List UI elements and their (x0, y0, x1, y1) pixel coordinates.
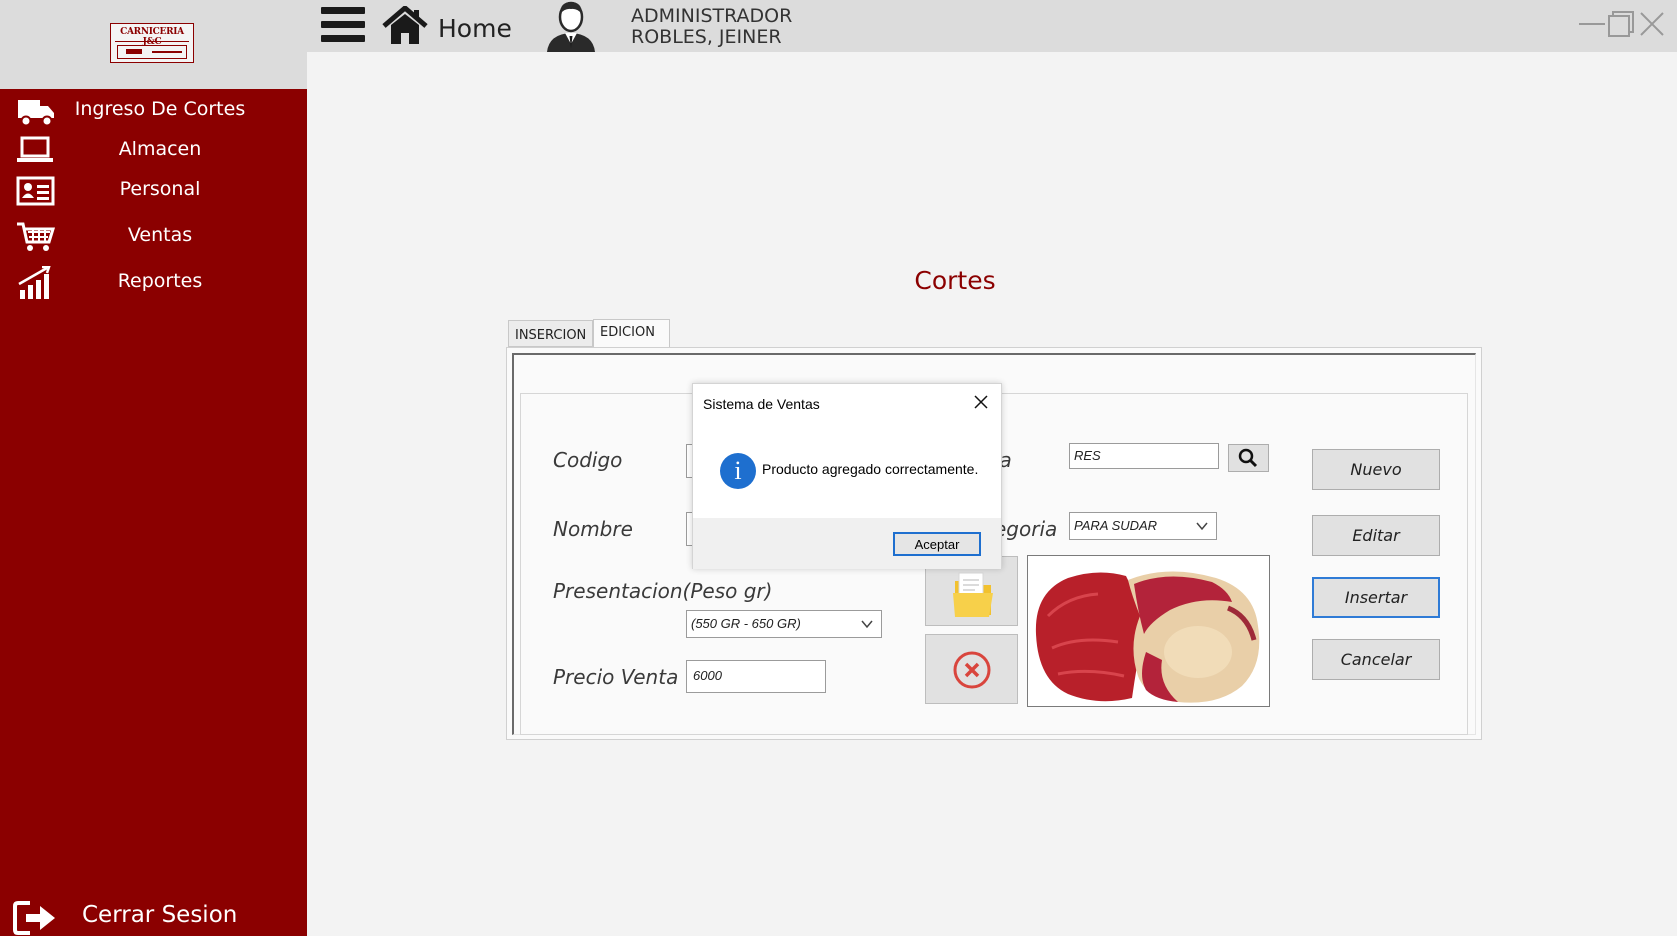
subcategoria-label: egoria (994, 517, 1058, 541)
cancel-circle-icon (953, 651, 991, 689)
home-label: Home (438, 14, 512, 43)
bar-chart-icon (18, 266, 51, 299)
sidebar-item-ventas[interactable]: Ventas (0, 217, 307, 257)
home-icon (382, 6, 428, 44)
hamburger-menu-button[interactable] (321, 5, 365, 45)
message-dialog: Sistema de Ventas i Producto agregado co… (692, 383, 1002, 569)
logo-emblem (117, 45, 187, 59)
logo-text: CARNICERIA J&C (120, 27, 184, 47)
menu-icon (321, 7, 365, 14)
home-button[interactable]: Home (382, 4, 532, 48)
categoria-field[interactable]: RES (1069, 443, 1219, 469)
chevron-down-icon (861, 620, 873, 629)
sidebar-item-label: Ventas (127, 224, 193, 246)
precio-venta-field[interactable]: 6000 (686, 660, 826, 693)
editar-button[interactable]: Editar (1312, 515, 1440, 556)
user-role: ADMINISTRADOR (631, 5, 793, 27)
meat-cut-image (1035, 571, 1260, 703)
sidebar-item-reportes[interactable]: Reportes (0, 263, 307, 303)
tab-insercion[interactable]: INSERCION (508, 320, 593, 347)
logo-area: CARNICERIA J&C (0, 0, 307, 89)
subcategoria-select[interactable]: PARA SUDAR (1069, 512, 1217, 540)
presentacion-label: Presentacion(Peso gr) (553, 579, 773, 603)
logout-label: Cerrar Sesion (82, 902, 238, 928)
truck-icon (18, 100, 54, 127)
close-window-icon[interactable] (1637, 10, 1667, 38)
precio-venta-label: Precio Venta (553, 665, 679, 689)
nombre-label: Nombre (553, 517, 633, 541)
logo: CARNICERIA J&C (110, 23, 194, 63)
cancelar-button[interactable]: Cancelar (1312, 639, 1440, 680)
remove-image-button[interactable] (925, 634, 1018, 704)
cart-icon (17, 222, 56, 251)
sidebar-item-label: Ingreso De Cortes (74, 98, 246, 120)
id-card-icon (16, 176, 55, 206)
sidebar: CARNICERIA J&C Ingreso De Cortes Almacen (0, 0, 307, 936)
sidebar-item-label: Personal (119, 178, 201, 200)
tab-edicion[interactable]: EDICION (593, 319, 670, 348)
sidebar-item-ingreso-de-cortes[interactable]: Ingreso De Cortes (0, 91, 307, 131)
presentacion-value: (550 GR - 650 GR) (691, 616, 801, 631)
dialog-message: Producto agregado correctamente. (762, 461, 979, 477)
sidebar-item-almacen[interactable]: Almacen (0, 131, 307, 171)
user-name: ROBLES, JEINER (631, 26, 782, 48)
chevron-down-icon (1196, 522, 1208, 531)
sign-out-icon (13, 901, 55, 935)
info-icon: i (720, 453, 756, 489)
dialog-title: Sistema de Ventas (703, 396, 820, 412)
dialog-ok-button[interactable]: Aceptar (893, 532, 981, 556)
product-image (1027, 555, 1270, 707)
sidebar-item-label: Almacen (118, 138, 202, 160)
user-avatar-icon (547, 1, 595, 52)
presentacion-select[interactable]: (550 GR - 650 GR) (686, 610, 882, 638)
sidebar-item-label: Reportes (117, 270, 203, 292)
laptop-icon (17, 136, 53, 162)
dialog-close-icon[interactable] (971, 392, 991, 412)
sidebar-item-personal[interactable]: Personal (0, 171, 307, 211)
nuevo-button[interactable]: Nuevo (1312, 449, 1440, 490)
insertar-button[interactable]: Insertar (1312, 577, 1440, 618)
top-bar: Home ADMINISTRADOR ROBLES, JEINER (307, 0, 1677, 52)
maximize-icon[interactable] (1605, 10, 1635, 38)
page-title: Cortes (914, 266, 996, 295)
search-categoria-button[interactable] (1228, 444, 1269, 472)
minimize-icon[interactable] (1577, 10, 1607, 38)
logout-button[interactable]: Cerrar Sesion (0, 898, 307, 936)
search-icon (1238, 448, 1258, 468)
codigo-label: Codigo (553, 448, 623, 472)
subcategoria-value: PARA SUDAR (1074, 518, 1158, 533)
